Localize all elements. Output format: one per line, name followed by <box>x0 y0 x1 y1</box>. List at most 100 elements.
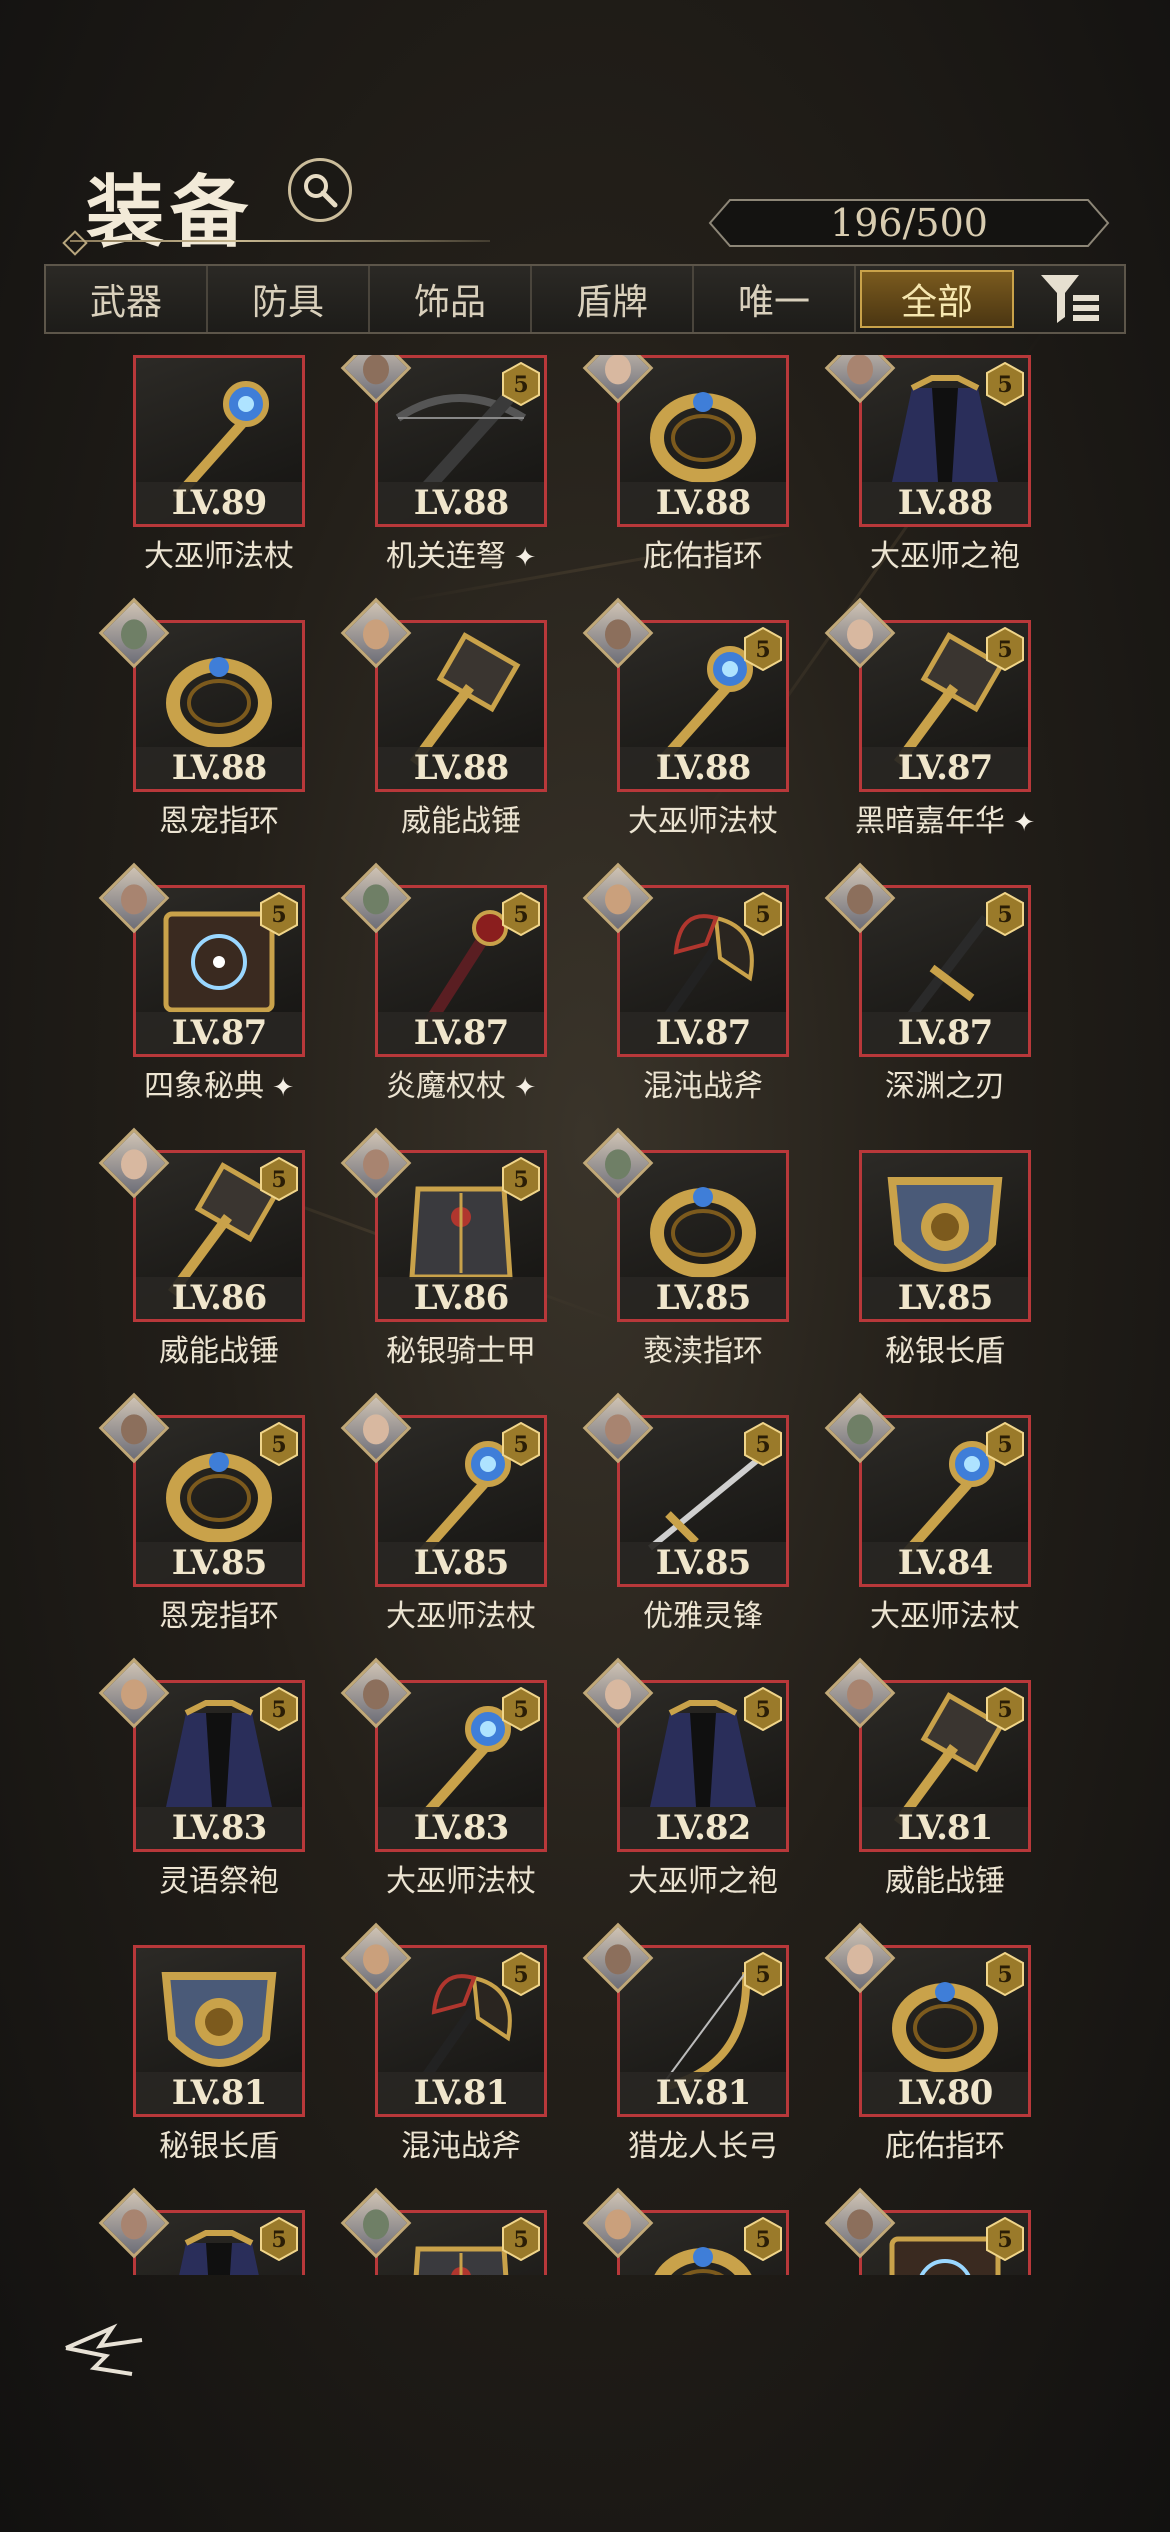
star-badge-icon: 5 <box>260 891 298 937</box>
equipment-item[interactable]: LV.88 庇佑指环 <box>582 355 789 574</box>
tab-all[interactable]: 全部 <box>860 270 1014 328</box>
equipment-item[interactable]: 5 <box>98 2187 305 2275</box>
star-level-text: 5 <box>271 2227 286 2253</box>
star-level-text: 5 <box>997 1432 1012 1458</box>
title-ornament <box>62 230 88 256</box>
equipment-item[interactable]: 5 LV.87 四象秘典 ✦ <box>98 862 305 1104</box>
equipment-item[interactable]: 5 LV.84 大巫师法杖 <box>824 1392 1031 1634</box>
equipment-item[interactable]: 5 LV.81 混沌战斧 <box>340 1922 547 2164</box>
equipment-card[interactable]: 5 LV.85 <box>133 1415 305 1587</box>
equipment-item[interactable]: 5 LV.86 秘银骑士甲 <box>340 1127 547 1369</box>
equipment-card[interactable]: LV.88 <box>375 620 547 792</box>
item-level: LV.87 <box>378 1012 544 1054</box>
hero-face-icon <box>847 1414 873 1445</box>
equipment-card[interactable]: LV.85 <box>617 1150 789 1322</box>
equipment-item[interactable]: 5 LV.87 炎魔权杖 ✦ <box>340 862 547 1104</box>
equipment-item[interactable]: LV.88 威能战锤 <box>340 597 547 839</box>
equipment-item[interactable]: 5 <box>824 2187 1031 2275</box>
equipment-item[interactable]: 5 LV.88 大巫师法杖 <box>582 597 789 839</box>
hero-face-icon <box>121 619 147 650</box>
equipment-item[interactable]: 5 LV.81 威能战锤 <box>824 1657 1031 1899</box>
equipment-item[interactable]: 5 LV.81 猎龙人长弓 <box>582 1922 789 2164</box>
equipment-item[interactable]: LV.85 亵渎指环 <box>582 1127 789 1369</box>
equipment-card[interactable]: 5 LV.83 <box>375 1680 547 1852</box>
equipment-item[interactable]: 5 LV.85 恩宠指环 <box>98 1392 305 1634</box>
equipment-card[interactable]: 5 LV.88 <box>859 355 1031 527</box>
item-name-text: 大巫师法杖 <box>144 539 294 574</box>
equipment-item[interactable]: 5 LV.87 黑暗嘉年华 ✦ <box>824 597 1035 839</box>
equipment-card[interactable]: LV.88 <box>617 355 789 527</box>
equipment-card[interactable]: 5 LV.84 <box>859 1415 1031 1587</box>
equipment-card[interactable]: 5 LV.88 <box>375 355 547 527</box>
item-level: LV.83 <box>136 1807 302 1849</box>
hero-face-icon <box>605 2209 631 2240</box>
equipment-item[interactable]: 5 LV.85 优雅灵锋 <box>582 1392 789 1634</box>
item-name: 威能战锤 <box>93 1326 345 1370</box>
star-level-text: 5 <box>997 637 1012 663</box>
equipment-item[interactable]: 5 LV.83 灵语祭袍 <box>98 1657 305 1899</box>
equipment-card[interactable]: 5 LV.86 <box>375 1150 547 1322</box>
equipment-card[interactable]: 5 LV.86 <box>133 1150 305 1322</box>
equipment-card[interactable]: LV.85 <box>859 1150 1031 1322</box>
equipment-card[interactable]: 5 LV.87 <box>133 885 305 1057</box>
tab-weapon[interactable]: 武器 <box>46 266 208 332</box>
equipment-item[interactable]: 5 LV.88 机关连弩 ✦ <box>340 355 547 574</box>
item-name: 恩宠指环 <box>93 1591 345 1635</box>
equipment-item[interactable]: 5 LV.86 威能战锤 <box>98 1127 305 1369</box>
hero-face-icon <box>363 2209 389 2240</box>
hero-face-icon <box>121 884 147 915</box>
equipment-card[interactable]: 5 LV.83 <box>133 1680 305 1852</box>
search-button[interactable] <box>288 158 352 222</box>
equipment-card[interactable]: 5 LV.87 <box>859 885 1031 1057</box>
equipment-item[interactable]: LV.85 秘银长盾 <box>859 1150 1031 1369</box>
filter-button[interactable] <box>1018 266 1124 332</box>
equipment-item[interactable]: 5 LV.85 大巫师法杖 <box>340 1392 547 1634</box>
item-name-text: 庇佑指环 <box>885 2129 1005 2164</box>
equipment-item[interactable]: LV.88 恩宠指环 <box>98 597 305 839</box>
equipment-item[interactable]: 5 <box>340 2187 547 2275</box>
item-level: LV.85 <box>620 1542 786 1584</box>
equipment-item[interactable]: 5 <box>582 2187 789 2275</box>
star-badge-icon: 5 <box>502 2216 540 2262</box>
item-level: LV.81 <box>136 2072 302 2114</box>
back-logo-icon[interactable] <box>60 2310 150 2380</box>
tab-accessory[interactable]: 饰品 <box>370 266 532 332</box>
tab-shield[interactable]: 盾牌 <box>532 266 694 332</box>
equipment-card[interactable]: 5 LV.81 <box>617 1945 789 2117</box>
star-level-text: 5 <box>997 2227 1012 2253</box>
equipment-card[interactable]: 5 LV.87 <box>859 620 1031 792</box>
star-level-text: 5 <box>755 1697 770 1723</box>
star-badge-icon: 5 <box>744 1421 782 1467</box>
equipment-item[interactable]: LV.89 大巫师法杖 <box>133 355 305 574</box>
hero-face-icon <box>363 1944 389 1975</box>
equipment-card[interactable]: LV.89 <box>133 355 305 527</box>
equipment-item[interactable]: 5 LV.83 大巫师法杖 <box>340 1657 547 1899</box>
equipment-card[interactable]: 5 LV.88 <box>617 620 789 792</box>
equipment-card[interactable]: 5 LV.87 <box>617 885 789 1057</box>
equipment-card[interactable]: LV.81 <box>133 1945 305 2117</box>
hero-face-icon <box>363 884 389 915</box>
equipment-item[interactable]: LV.81 秘银长盾 <box>133 1945 305 2164</box>
tab-unique[interactable]: 唯一 <box>694 266 856 332</box>
star-level-text: 5 <box>271 1697 286 1723</box>
equipment-item[interactable]: 5 LV.80 庇佑指环 <box>824 1922 1031 2164</box>
equipment-card[interactable]: 5 LV.81 <box>375 1945 547 2117</box>
item-level: LV.83 <box>378 1807 544 1849</box>
star-badge-icon: 5 <box>986 626 1024 672</box>
equipment-item[interactable]: 5 LV.82 大巫师之袍 <box>582 1657 789 1899</box>
equipment-card[interactable]: LV.88 <box>133 620 305 792</box>
equipment-card[interactable]: 5 LV.81 <box>859 1680 1031 1852</box>
star-badge-icon: 5 <box>986 1686 1024 1732</box>
equipment-card[interactable]: 5 LV.85 <box>617 1415 789 1587</box>
equipment-card[interactable]: 5 LV.87 <box>375 885 547 1057</box>
hero-face-icon <box>605 355 631 385</box>
equipment-card[interactable]: 5 LV.80 <box>859 1945 1031 2117</box>
tab-armor[interactable]: 防具 <box>208 266 370 332</box>
star-badge-icon: 5 <box>744 1686 782 1732</box>
equipment-card[interactable]: 5 LV.85 <box>375 1415 547 1587</box>
star-badge-icon: 5 <box>502 1686 540 1732</box>
equipment-card[interactable]: 5 LV.82 <box>617 1680 789 1852</box>
equipment-item[interactable]: 5 LV.87 深渊之刃 <box>824 862 1031 1104</box>
equipment-item[interactable]: 5 LV.88 大巫师之袍 <box>824 355 1031 574</box>
equipment-item[interactable]: 5 LV.87 混沌战斧 <box>582 862 789 1104</box>
